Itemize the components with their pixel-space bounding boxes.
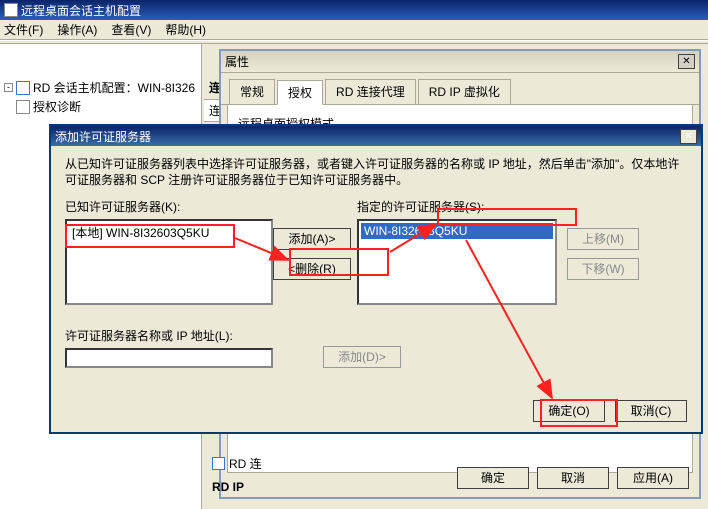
peek-rd-row[interactable]: RD 连 xyxy=(212,452,262,474)
properties-tabstrip: 常规 授权 RD 连接代理 RD IP 虚拟化 xyxy=(221,73,699,105)
tree-item-label: 授权诊断 xyxy=(33,98,81,115)
bottom-button-row: 确定(O) 取消(C) xyxy=(533,400,687,422)
properties-button-row: 确定 取消 应用(A) xyxy=(457,467,689,489)
ip-input[interactable] xyxy=(65,348,273,368)
doc-icon xyxy=(16,100,30,114)
remove-button[interactable]: <删除(R) xyxy=(273,258,351,280)
known-listbox[interactable]: [本地] WIN-8I32603Q5KU xyxy=(65,219,273,305)
ok-button[interactable]: 确定(O) xyxy=(533,400,605,422)
col-updown: 上移(M) 下移(W) xyxy=(567,198,647,305)
ip-col: 许可证服务器名称或 IP 地址(L): xyxy=(65,327,273,368)
col-known: 已知许可证服务器(K): [本地] WIN-8I32603Q5KU xyxy=(65,198,273,305)
add-button[interactable]: 添加(A)> xyxy=(273,228,351,250)
menu-view[interactable]: 查看(V) xyxy=(111,21,151,38)
close-icon[interactable]: ✕ xyxy=(678,54,695,69)
add2-button[interactable]: 添加(D)> xyxy=(323,346,401,368)
window-icon xyxy=(4,3,18,17)
add-license-body: 从已知许可证服务器列表中选择许可证服务器，或者键入许可证服务器的名称或 IP 地… xyxy=(51,146,701,432)
tab-ip[interactable]: RD IP 虚拟化 xyxy=(418,79,511,104)
ip-row: 许可证服务器名称或 IP 地址(L): 添加(D)> xyxy=(65,327,687,368)
known-label: 已知许可证服务器(K): xyxy=(65,198,273,215)
rd-icon xyxy=(212,457,225,470)
apply-button[interactable]: 应用(A) xyxy=(617,467,689,489)
known-list-item[interactable]: [本地] WIN-8I32603Q5KU xyxy=(69,223,269,242)
tree-item-label: RD 会话主机配置：WIN-8I326 xyxy=(33,79,195,96)
specified-list-item[interactable]: WIN-8I32603Q5KU xyxy=(361,223,553,239)
specified-listbox[interactable]: WIN-8I32603Q5KU xyxy=(357,219,557,305)
cancel-button[interactable]: 取消(C) xyxy=(615,400,687,422)
down-button[interactable]: 下移(W) xyxy=(567,258,639,280)
window-title: 远程桌面会话主机配置 xyxy=(21,2,141,19)
add-license-dialog: 添加许可证服务器 ✕ 从已知许可证服务器列表中选择许可证服务器，或者键入许可证服… xyxy=(49,124,703,434)
properties-title: 属性 xyxy=(225,53,249,70)
menu-file[interactable]: 文件(F) xyxy=(4,21,43,38)
add-license-title: 添加许可证服务器 xyxy=(55,128,151,145)
tree-item-license-diag[interactable]: 授权诊断 xyxy=(2,97,199,116)
peek-rdip-row[interactable]: RD IP xyxy=(212,476,244,498)
menu-action[interactable]: 操作(A) xyxy=(57,21,97,38)
close-icon[interactable]: ✕ xyxy=(680,129,697,144)
col-middle-buttons: 添加(A)> <删除(R) xyxy=(273,198,357,305)
menubar: 文件(F) 操作(A) 查看(V) 帮助(H) xyxy=(0,20,708,40)
tab-general[interactable]: 常规 xyxy=(229,79,275,104)
menu-help[interactable]: 帮助(H) xyxy=(165,21,206,38)
add-license-titlebar: 添加许可证服务器 ✕ xyxy=(51,126,701,146)
tree-expander-icon[interactable]: - xyxy=(4,83,13,92)
peek-rd-label: RD 连 xyxy=(229,455,262,472)
peek-rdip-label: RD IP xyxy=(212,480,244,494)
tab-broker[interactable]: RD 连接代理 xyxy=(325,79,416,104)
cancel-button[interactable]: 取消 xyxy=(537,467,609,489)
ok-button[interactable]: 确定 xyxy=(457,467,529,489)
col-specified: 指定的许可证服务器(S): WIN-8I32603Q5KU xyxy=(357,198,557,305)
rd-host-icon xyxy=(16,81,30,95)
up-button[interactable]: 上移(M) xyxy=(567,228,639,250)
ip-label: 许可证服务器名称或 IP 地址(L): xyxy=(65,327,273,344)
properties-titlebar: 属性 ✕ xyxy=(221,51,699,73)
tab-license[interactable]: 授权 xyxy=(277,80,323,105)
tree-item-rd-host[interactable]: - RD 会话主机配置：WIN-8I326 xyxy=(2,78,199,97)
instructions-text: 从已知许可证服务器列表中选择许可证服务器，或者键入许可证服务器的名称或 IP 地… xyxy=(65,156,687,188)
main-window-titlebar: 远程桌面会话主机配置 xyxy=(0,0,708,20)
columns: 已知许可证服务器(K): [本地] WIN-8I32603Q5KU 添加(A)>… xyxy=(65,198,687,305)
specified-label: 指定的许可证服务器(S): xyxy=(357,198,557,215)
